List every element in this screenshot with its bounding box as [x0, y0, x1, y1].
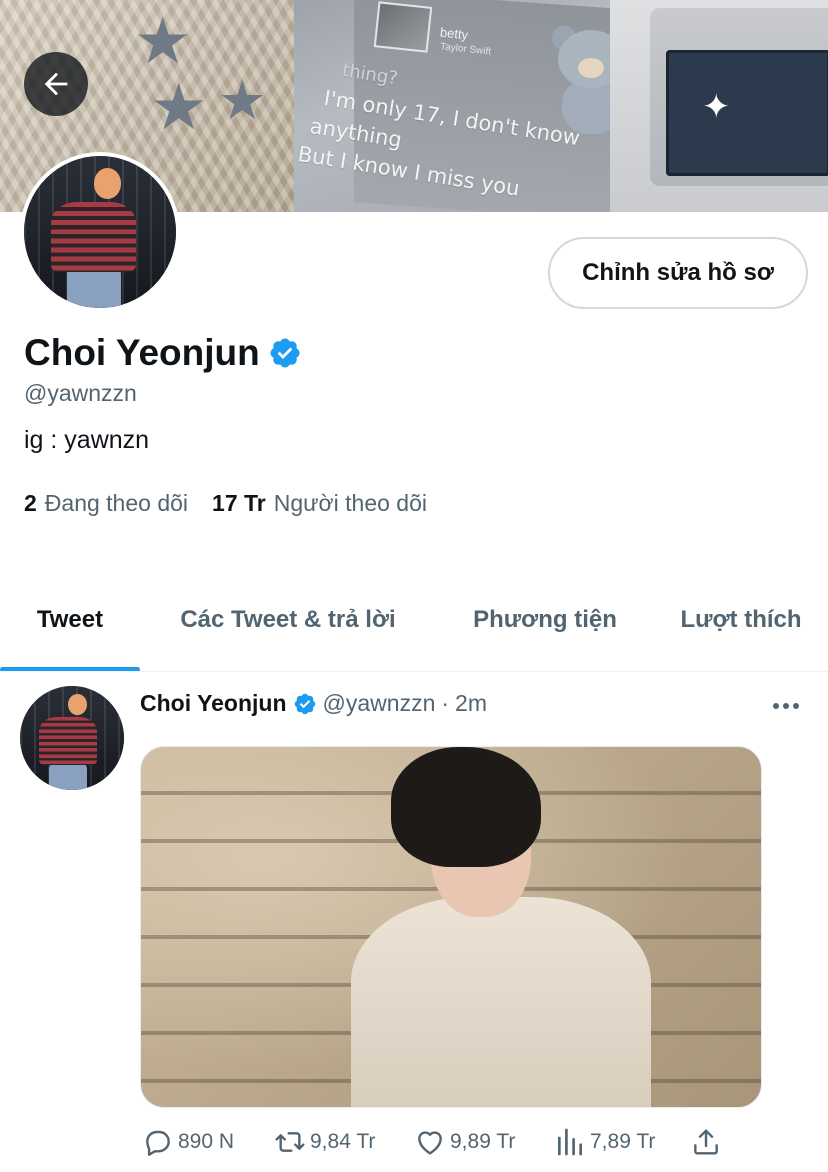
followers-count: 17 Tr	[212, 490, 266, 516]
tweet-timestamp[interactable]: 2m	[455, 690, 487, 717]
tweet-author-avatar[interactable]	[20, 686, 124, 790]
tweet-actions: 890 N 9,84 Tr 9,89 Tr 7,89 Tr	[140, 1122, 730, 1162]
share-button[interactable]	[690, 1126, 722, 1158]
like-button[interactable]: 9,89 Tr	[414, 1126, 515, 1158]
banner-lyrics-photo: betty Taylor Swift thing? I'm only 17, I…	[294, 0, 610, 212]
tab-likes[interactable]: Lượt thích	[654, 590, 828, 672]
verified-badge-icon	[294, 693, 315, 714]
reply-button[interactable]: 890 N	[142, 1126, 234, 1158]
arrow-left-icon	[44, 72, 68, 96]
profile-handle: @yawnzzn	[24, 380, 137, 406]
tab-label: Các Tweet & trả lời	[180, 606, 396, 633]
following-count: 2	[24, 490, 37, 516]
tab-media[interactable]: Phương tiện	[436, 590, 654, 672]
sparkle-icon: ✦	[702, 88, 731, 126]
star-decoration-icon: ★	[218, 69, 267, 132]
verified-badge-icon[interactable]	[268, 336, 302, 370]
reply-count: 890 N	[178, 1130, 235, 1153]
tweet-header: Choi Yeonjun @yawnzzn · 2m	[140, 690, 487, 717]
song-title: betty	[439, 24, 469, 43]
profile-bio: ig : yawnzn	[24, 426, 150, 454]
profile-avatar[interactable]	[20, 152, 180, 312]
reply-icon	[146, 1130, 170, 1156]
banner-camera-photo: ✦	[610, 0, 828, 212]
star-decoration-icon: ★	[134, 5, 192, 79]
tab-label: Lượt thích	[680, 606, 802, 633]
album-thumbnail	[373, 1, 433, 53]
profile-name-row: Choi Yeonjun	[24, 332, 302, 374]
like-count: 9,89 Tr	[450, 1130, 516, 1153]
back-button[interactable]	[24, 52, 88, 116]
views-chart-icon	[558, 1128, 582, 1156]
teddy-bear-sticker	[544, 20, 610, 140]
retweet-icon	[275, 1132, 305, 1152]
tweet-photo[interactable]	[140, 746, 762, 1108]
tab-label: Tweet	[36, 606, 104, 633]
tweet-separator: ·	[441, 690, 450, 716]
tab-label: Phương tiện	[473, 606, 617, 633]
tweet-author-name[interactable]: Choi Yeonjun	[140, 690, 287, 717]
photo-subject	[351, 747, 651, 1107]
tab-tweets-and-replies[interactable]: Các Tweet & trả lời	[140, 590, 436, 672]
following-link[interactable]: 2 Đang theo dõi	[24, 490, 188, 517]
profile-tabs: Tweet Các Tweet & trả lời Phương tiện Lư…	[0, 590, 828, 672]
tabs-divider	[0, 671, 828, 672]
heart-icon	[418, 1131, 442, 1155]
views-count: 7,89 Tr	[590, 1130, 656, 1153]
follow-stats: 2 Đang theo dõi 17 Tr Người theo dõi	[24, 490, 427, 517]
tab-tweets[interactable]: Tweet	[0, 590, 140, 672]
star-decoration-icon: ★	[150, 71, 208, 145]
display-name: Choi Yeonjun	[24, 332, 260, 373]
retweet-button[interactable]: 9,84 Tr	[274, 1126, 375, 1158]
followers-link[interactable]: 17 Tr Người theo dõi	[212, 490, 427, 517]
tweet-author-handle[interactable]: @yawnzzn	[323, 690, 436, 717]
camera-screen	[666, 50, 828, 176]
following-label: Đang theo dõi	[44, 490, 189, 516]
share-icon	[694, 1129, 718, 1155]
views-button[interactable]: 7,89 Tr	[554, 1126, 655, 1158]
more-options-button[interactable]	[770, 692, 802, 720]
followers-label: Người theo dõi	[273, 490, 427, 516]
edit-profile-button[interactable]: Chỉnh sửa hồ sơ	[548, 237, 808, 309]
more-horizontal-icon	[773, 703, 799, 709]
retweet-count: 9,84 Tr	[310, 1130, 376, 1153]
